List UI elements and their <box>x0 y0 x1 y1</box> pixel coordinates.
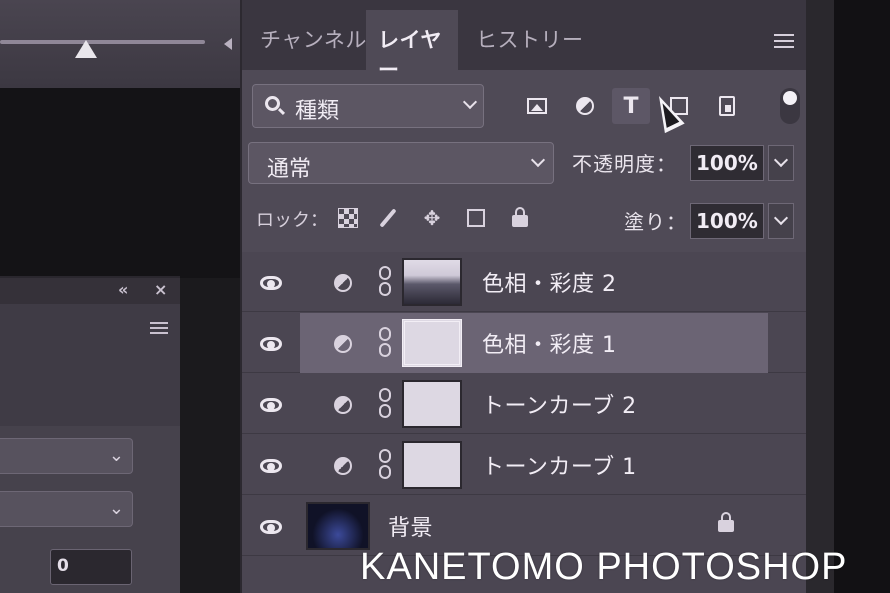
number-input[interactable]: 0 <box>50 549 132 585</box>
chevron-down-icon <box>530 152 546 168</box>
link-chain-icon[interactable] <box>379 449 391 481</box>
fill-label: 塗り： <box>624 210 687 234</box>
fill-input[interactable]: 100% <box>690 203 764 239</box>
visibility-eye-icon[interactable] <box>260 337 282 351</box>
visibility-eye-icon[interactable] <box>260 276 282 290</box>
slider-thumb[interactable] <box>75 40 97 58</box>
link-chain-icon[interactable] <box>379 388 391 420</box>
link-chain-icon[interactable] <box>379 266 391 298</box>
layer-name[interactable]: 背景 <box>388 510 433 542</box>
image-filter-icon[interactable] <box>518 88 556 124</box>
layer-row[interactable]: トーンカーブ 1 <box>242 435 808 495</box>
layers-list: 色相・彩度 2 色相・彩度 1 トーンカーブ 2 トーンカーブ 1 背景 <box>242 252 808 593</box>
tab-channels[interactable]: チャンネル <box>248 10 379 70</box>
background-properties-area <box>0 0 240 88</box>
adjustment-filter-icon[interactable] <box>566 88 604 124</box>
lock-image-pixels-icon[interactable] <box>376 206 400 230</box>
adjustment-layer-icon <box>334 457 352 475</box>
filter-kind-label: 種類 <box>295 99 340 124</box>
secondary-panel: « × ⌄ ⌄ <box>0 276 180 593</box>
collapse-double-icon[interactable]: « <box>118 280 128 299</box>
panel-tab-bar: チャンネル レイヤー ヒストリー <box>242 0 808 82</box>
lock-position-icon[interactable]: ✥ <box>420 206 444 230</box>
layer-filter-select[interactable]: 種類 <box>252 84 484 128</box>
layer-row[interactable]: 色相・彩度 2 <box>242 252 808 312</box>
layer-name[interactable]: トーンカーブ 2 <box>482 388 637 420</box>
layer-thumbnail[interactable] <box>306 502 370 550</box>
blend-mode-select[interactable]: 通常 <box>248 142 554 184</box>
chevron-down-icon <box>462 94 478 110</box>
tab-history[interactable]: ヒストリー <box>464 10 596 70</box>
smart-object-filter-icon[interactable] <box>708 88 746 124</box>
visibility-eye-icon[interactable] <box>260 398 282 412</box>
chevron-down-icon <box>773 210 789 226</box>
layer-row-selected[interactable]: 色相・彩度 1 <box>242 313 808 373</box>
layer-name[interactable]: トーンカーブ 1 <box>482 449 637 481</box>
canvas-area <box>0 88 240 278</box>
chevron-down-icon <box>773 152 789 168</box>
secondary-panel-header: « × <box>0 278 180 304</box>
layer-locked-icon <box>718 512 734 532</box>
adjustment-layer-icon <box>334 335 352 353</box>
lock-all-icon[interactable] <box>508 206 532 230</box>
watermark: KANETOMO PHOTOSHOP <box>360 546 848 588</box>
adjustment-layer-icon <box>334 396 352 414</box>
layer-mask-thumbnail[interactable] <box>402 380 462 428</box>
panel-menu-icon[interactable] <box>150 322 168 334</box>
link-chain-icon[interactable] <box>379 327 391 359</box>
blend-mode-value: 通常 <box>267 157 312 182</box>
visibility-eye-icon[interactable] <box>260 520 282 534</box>
screen-bezel <box>806 0 890 593</box>
lock-transparent-pixels-icon[interactable] <box>336 206 360 230</box>
opacity-dropdown[interactable] <box>768 145 794 181</box>
lock-artboard-icon[interactable] <box>464 206 488 230</box>
opacity-input[interactable]: 100% <box>690 145 764 181</box>
visibility-eye-icon[interactable] <box>260 459 282 473</box>
layer-mask-thumbnail[interactable] <box>402 319 462 367</box>
fill-dropdown[interactable] <box>768 203 794 239</box>
tab-layers[interactable]: レイヤー <box>366 10 458 82</box>
layers-panel: チャンネル レイヤー ヒストリー 種類 T 通常 不透明度： 100% ロック：… <box>240 0 808 593</box>
type-filter-icon[interactable]: T <box>612 88 650 124</box>
slider-track[interactable] <box>0 40 205 44</box>
collapse-panel-icon[interactable] <box>224 38 232 50</box>
dropdown-select-2[interactable]: ⌄ <box>0 491 133 527</box>
lock-label: ロック： <box>256 210 328 231</box>
opacity-label: 不透明度： <box>572 152 677 176</box>
dropdown-select-1[interactable]: ⌄ <box>0 438 133 474</box>
filter-toggle[interactable] <box>780 88 800 124</box>
layer-name[interactable]: 色相・彩度 1 <box>482 327 617 359</box>
layer-mask-thumbnail[interactable] <box>402 258 462 306</box>
layer-name[interactable]: 色相・彩度 2 <box>482 266 617 298</box>
panel-menu-icon[interactable] <box>774 34 794 48</box>
close-icon[interactable]: × <box>154 280 167 299</box>
chevron-down-icon: ⌄ <box>108 445 124 466</box>
layer-row[interactable]: トーンカーブ 2 <box>242 374 808 434</box>
layer-mask-thumbnail[interactable] <box>402 441 462 489</box>
search-icon <box>265 96 280 111</box>
chevron-down-icon: ⌄ <box>108 498 124 519</box>
adjustment-layer-icon <box>334 274 352 292</box>
